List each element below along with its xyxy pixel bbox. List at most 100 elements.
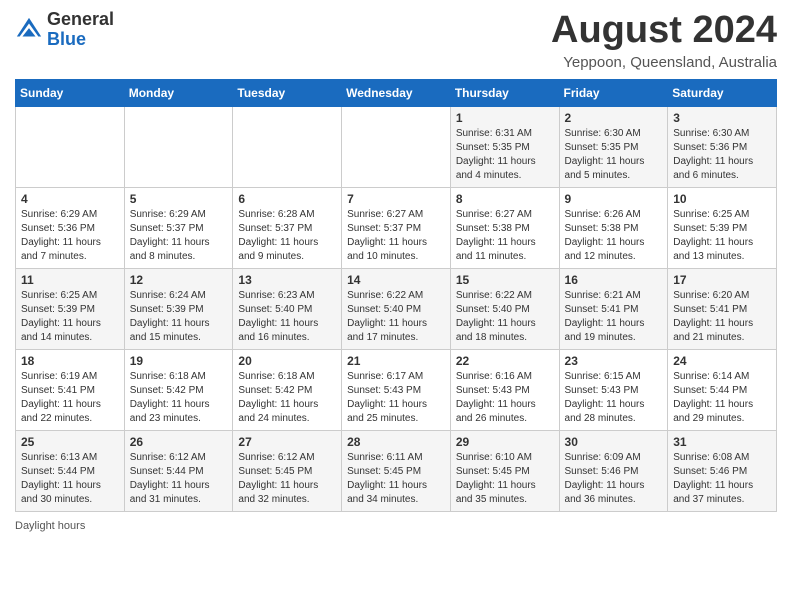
calendar-cell: 24Sunrise: 6:14 AM Sunset: 5:44 PM Dayli… [668,349,777,430]
day-number: 25 [21,435,119,449]
calendar-table: SundayMondayTuesdayWednesdayThursdayFrid… [15,79,777,512]
logo-general: General [47,9,114,29]
day-info: Sunrise: 6:09 AM Sunset: 5:46 PM Dayligh… [565,451,663,507]
location-subtitle: Yeppoon, Queensland, Australia [551,54,777,71]
calendar-week-5: 25 Sunrise: 6:13 AM Sunset: 5:44 PM Dayli… [16,430,777,511]
day-number: 26 [130,435,228,449]
day-info: Sunrise: 6:15 AM Sunset: 5:43 PM Dayligh… [565,370,663,426]
calendar-cell: 2 Sunrise: 6:30 AM Sunset: 5:35 PM Daylig… [559,106,668,187]
legend: Daylight hours [15,520,777,532]
day-info: Sunrise: 6:19 AM Sunset: 5:41 PM Dayligh… [21,370,119,426]
day-info: Sunrise: 6:27 AM Sunset: 5:37 PM Dayligh… [347,208,445,264]
day-number: 13 [238,273,336,287]
calendar-cell [233,106,342,187]
calendar-cell: 31 Sunrise: 6:08 AM Sunset: 5:46 PM Dayli… [668,430,777,511]
day-info: Sunrise: 6:31 AM Sunset: 5:35 PM Dayligh… [456,127,554,183]
day-number: 1 [456,111,554,125]
calendar-cell: 27Sunrise: 6:12 AM Sunset: 5:45 PM Dayli… [233,430,342,511]
day-number: 8 [456,192,554,206]
day-number: 17 [673,273,771,287]
page-header: General Blue August 2024 Yeppoon, Queens… [15,10,777,71]
day-number: 10 [673,192,771,206]
calendar-cell: 4 Sunrise: 6:29 AM Sunset: 5:36 PM Daylig… [16,187,125,268]
day-number: 15 [456,273,554,287]
day-number: 14 [347,273,445,287]
day-info: Sunrise: 6:14 AM Sunset: 5:44 PM Dayligh… [673,370,771,426]
day-number: 28 [347,435,445,449]
col-header-sunday: Sunday [16,79,125,106]
col-header-wednesday: Wednesday [342,79,451,106]
calendar-cell: 19 Sunrise: 6:18 AM Sunset: 5:42 PM Dayli… [124,349,233,430]
day-info: Sunrise: 6:22 AM Sunset: 5:40 PM Dayligh… [456,289,554,345]
daylight-hours-label: Daylight hours [15,520,85,532]
day-number: 9 [565,192,663,206]
col-header-thursday: Thursday [450,79,559,106]
day-info: Sunrise: 6:23 AM Sunset: 5:40 PM Dayligh… [238,289,336,345]
calendar-week-1: 1 Sunrise: 6:31 AM Sunset: 5:35 PM Daylig… [16,106,777,187]
day-number: 4 [21,192,119,206]
calendar-cell: 26 Sunrise: 6:12 AM Sunset: 5:44 PM Dayli… [124,430,233,511]
day-info: Sunrise: 6:21 AM Sunset: 5:41 PM Dayligh… [565,289,663,345]
day-number: 23 [565,354,663,368]
day-info: Sunrise: 6:16 AM Sunset: 5:43 PM Dayligh… [456,370,554,426]
day-info: Sunrise: 6:25 AM Sunset: 5:39 PM Dayligh… [21,289,119,345]
day-info: Sunrise: 6:24 AM Sunset: 5:39 PM Dayligh… [130,289,228,345]
day-number: 7 [347,192,445,206]
calendar-cell [124,106,233,187]
day-number: 2 [565,111,663,125]
col-header-tuesday: Tuesday [233,79,342,106]
calendar-cell [342,106,451,187]
col-header-monday: Monday [124,79,233,106]
day-info: Sunrise: 6:18 AM Sunset: 5:42 PM Dayligh… [130,370,228,426]
month-title: August 2024 [551,10,777,52]
day-info: Sunrise: 6:25 AM Sunset: 5:39 PM Dayligh… [673,208,771,264]
calendar-cell: 22 Sunrise: 6:16 AM Sunset: 5:43 PM Dayli… [450,349,559,430]
day-number: 11 [21,273,119,287]
day-info: Sunrise: 6:27 AM Sunset: 5:38 PM Dayligh… [456,208,554,264]
day-info: Sunrise: 6:29 AM Sunset: 5:36 PM Dayligh… [21,208,119,264]
calendar-cell: 7 Sunrise: 6:27 AM Sunset: 5:37 PM Daylig… [342,187,451,268]
calendar-week-4: 18Sunrise: 6:19 AM Sunset: 5:41 PM Dayli… [16,349,777,430]
calendar-cell: 20Sunrise: 6:18 AM Sunset: 5:42 PM Dayli… [233,349,342,430]
day-info: Sunrise: 6:12 AM Sunset: 5:44 PM Dayligh… [130,451,228,507]
calendar-cell: 1 Sunrise: 6:31 AM Sunset: 5:35 PM Daylig… [450,106,559,187]
calendar-cell: 14 Sunrise: 6:22 AM Sunset: 5:40 PM Dayli… [342,268,451,349]
day-number: 6 [238,192,336,206]
calendar-cell: 15 Sunrise: 6:22 AM Sunset: 5:40 PM Dayli… [450,268,559,349]
calendar-cell: 9Sunrise: 6:26 AM Sunset: 5:38 PM Daylig… [559,187,668,268]
logo-blue: Blue [47,29,86,49]
day-info: Sunrise: 6:30 AM Sunset: 5:35 PM Dayligh… [565,127,663,183]
calendar-cell: 3Sunrise: 6:30 AM Sunset: 5:36 PM Daylig… [668,106,777,187]
calendar-week-2: 4 Sunrise: 6:29 AM Sunset: 5:36 PM Daylig… [16,187,777,268]
calendar-cell: 12Sunrise: 6:24 AM Sunset: 5:39 PM Dayli… [124,268,233,349]
calendar-week-3: 11 Sunrise: 6:25 AM Sunset: 5:39 PM Dayli… [16,268,777,349]
day-info: Sunrise: 6:13 AM Sunset: 5:44 PM Dayligh… [21,451,119,507]
col-header-friday: Friday [559,79,668,106]
day-info: Sunrise: 6:29 AM Sunset: 5:37 PM Dayligh… [130,208,228,264]
calendar-cell: 17Sunrise: 6:20 AM Sunset: 5:41 PM Dayli… [668,268,777,349]
day-number: 30 [565,435,663,449]
day-number: 21 [347,354,445,368]
day-number: 31 [673,435,771,449]
calendar-cell: 30 Sunrise: 6:09 AM Sunset: 5:46 PM Dayli… [559,430,668,511]
day-info: Sunrise: 6:08 AM Sunset: 5:46 PM Dayligh… [673,451,771,507]
calendar-cell: 5Sunrise: 6:29 AM Sunset: 5:37 PM Daylig… [124,187,233,268]
calendar-header-row: SundayMondayTuesdayWednesdayThursdayFrid… [16,79,777,106]
day-number: 19 [130,354,228,368]
day-number: 27 [238,435,336,449]
day-info: Sunrise: 6:28 AM Sunset: 5:37 PM Dayligh… [238,208,336,264]
calendar-cell: 25 Sunrise: 6:13 AM Sunset: 5:44 PM Dayli… [16,430,125,511]
calendar-cell: 16 Sunrise: 6:21 AM Sunset: 5:41 PM Dayli… [559,268,668,349]
calendar-cell: 21 Sunrise: 6:17 AM Sunset: 5:43 PM Dayli… [342,349,451,430]
calendar-cell [16,106,125,187]
day-number: 16 [565,273,663,287]
day-number: 29 [456,435,554,449]
title-block: August 2024 Yeppoon, Queensland, Austral… [551,10,777,71]
logo: General Blue [15,10,114,50]
day-info: Sunrise: 6:17 AM Sunset: 5:43 PM Dayligh… [347,370,445,426]
calendar-cell: 6 Sunrise: 6:28 AM Sunset: 5:37 PM Daylig… [233,187,342,268]
day-info: Sunrise: 6:22 AM Sunset: 5:40 PM Dayligh… [347,289,445,345]
calendar-cell: 18Sunrise: 6:19 AM Sunset: 5:41 PM Dayli… [16,349,125,430]
day-number: 22 [456,354,554,368]
calendar-cell: 13 Sunrise: 6:23 AM Sunset: 5:40 PM Dayli… [233,268,342,349]
